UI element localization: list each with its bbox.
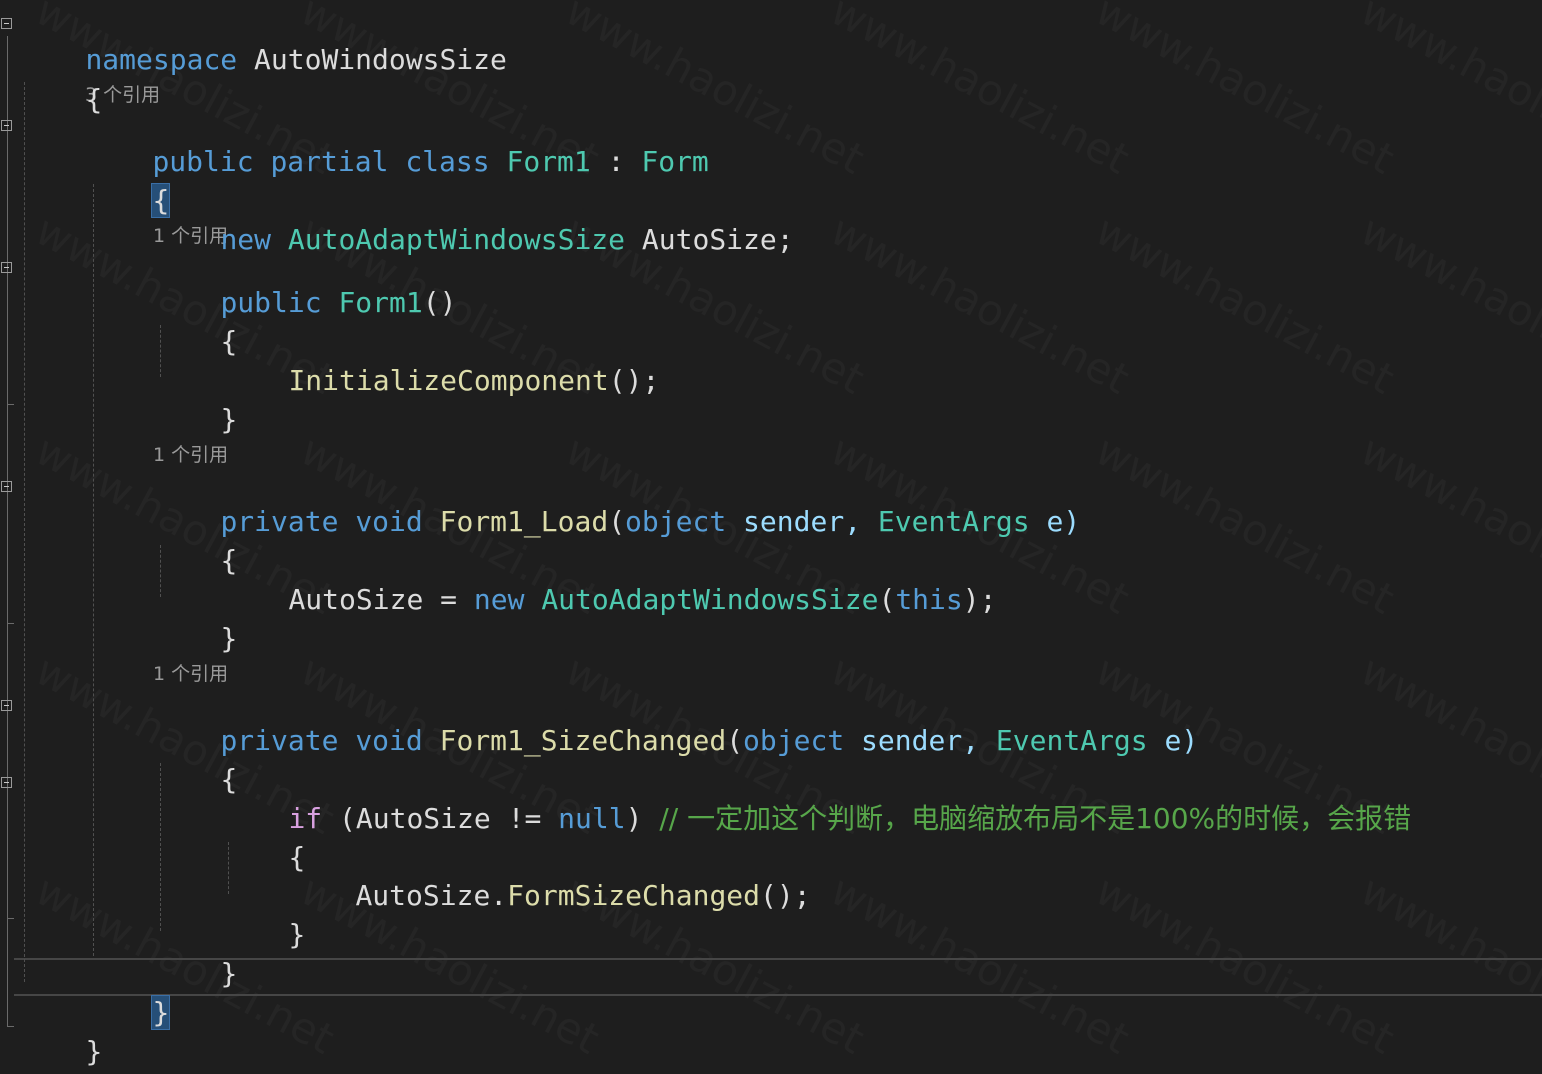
collapse-ctor-icon[interactable] [1,262,12,273]
watermark-text: www.haolizi.net [1353,205,1542,403]
param-type-object: object [743,724,845,757]
code-line-assign[interactable]: AutoSize = new AutoAdaptWindowsSize(this… [221,546,996,616]
keyword-null: null [558,802,626,835]
inherit-colon: : [590,145,642,178]
base-class-name: Form [641,145,709,178]
open-paren: ( [726,724,744,757]
keyword-this: this [895,583,963,616]
code-line-namespace-close[interactable]: } [18,998,102,1068]
indent-guide-namespace [24,82,25,982]
close-brace: } [288,918,306,951]
method-call-name: FormSizeChanged [507,879,761,912]
code-line-if-open[interactable]: { [221,804,305,874]
code-line-class-decl[interactable]: public partial class Form1 : Form [85,108,708,178]
open-paren: ( [608,505,626,538]
close-brace: } [220,622,238,655]
namespace-name: AutoWindowsSize [237,43,507,76]
code-line-load-open[interactable]: { [153,507,237,577]
fold-line-sizechanged [7,712,8,918]
close-paren: ); [962,583,997,616]
class-name: Form1 [506,145,591,178]
code-line-formsizechanged-call[interactable]: AutoSize.FormSizeChanged(); [288,842,810,912]
fold-line-load [7,493,8,623]
param-type-eventargs: EventArgs [877,505,1030,538]
param-e: e) [1147,724,1199,757]
fold-end-sizechanged [7,918,14,919]
code-line-class-open[interactable]: { [85,147,171,218]
open-paren: ( [878,583,896,616]
call-parens: (); [760,879,811,912]
code-line-namespace[interactable]: namespace AutoWindowsSize [18,6,506,76]
code-line-load-decl[interactable]: private void Form1_Load(object sender, E… [153,468,1080,538]
code-line-init-call[interactable]: InitializeComponent(); [221,327,659,397]
code-line-ctor-open[interactable]: { [153,288,237,358]
collapse-sizechanged-icon[interactable] [1,700,12,711]
indent-guide-class [93,184,94,956]
code-line-load-close[interactable]: } [153,585,237,655]
code-line-ctor-decl[interactable]: public Form1() [153,249,456,319]
keyword-namespace: namespace [85,43,238,76]
ctor-name: Form1 [338,286,423,319]
watermark-text: www.haolizi.net [823,0,1137,184]
code-line-ctor-close[interactable]: } [153,366,237,436]
method-call-name: InitializeComponent [288,364,609,397]
watermark-text: www.haolizi.net [1353,425,1542,623]
keyword-class: class [405,145,490,178]
fold-end-load [7,623,14,624]
watermark-text: www.haolizi.net [1353,0,1542,184]
code-comment: // 一定加这个判断，电脑缩放布局不是100%的时候，会报错 [659,802,1412,835]
close-paren: ) [625,802,660,835]
fold-end-namespace [7,1026,14,1027]
code-line-if-close[interactable]: } [221,881,305,951]
fold-line-ctor [7,274,8,404]
keyword-partial: partial [270,145,389,178]
code-line-sizechanged-close[interactable]: } [153,920,237,990]
ctor-parens: () [422,286,457,319]
fold-end-ctor [7,404,14,405]
code-line-field[interactable]: new AutoAdaptWindowsSize AutoSize; [153,186,793,256]
code-line-class-close[interactable]: } [85,959,171,1030]
method-name: Form1_SizeChanged [439,724,727,757]
param-type-eventargs: EventArgs [995,724,1148,757]
param-sender: sender, [844,724,996,757]
code-line-namespace-open[interactable]: { [18,46,102,116]
keyword-new: new [473,583,525,616]
code-line-if[interactable]: if (AutoSize != null) // 一定加这个判断，电脑缩放布局不… [221,765,1411,835]
collapse-namespace-icon[interactable] [1,18,12,29]
code-line-sizechanged-decl[interactable]: private void Form1_SizeChanged(object se… [153,687,1198,757]
close-brace: } [85,1035,103,1068]
collapse-load-icon[interactable] [1,481,12,492]
assign-lhs: AutoSize = [288,583,474,616]
keyword-private: private [220,505,339,538]
method-name: Form1_Load [439,505,609,538]
field-name: AutoSize; [625,223,794,256]
call-object: AutoSize. [355,879,508,912]
if-condition: (AutoSize != [322,802,559,835]
code-editor[interactable]: www.haolizi.netwww.haolizi.netwww.haoliz… [0,0,1542,1074]
watermark-text: www.haolizi.net [1088,425,1402,623]
watermark-text: www.haolizi.net [1088,205,1402,403]
ctor-type: AutoAdaptWindowsSize [541,583,879,616]
call-parens: (); [608,364,660,397]
param-sender: sender, [726,505,878,538]
param-e: e) [1029,505,1081,538]
keyword-void: void [355,724,423,757]
watermark-text: www.haolizi.net [1088,0,1402,184]
close-brace: } [220,403,238,436]
class-close-brace-highlighted: } [151,995,171,1030]
keyword-void: void [355,505,423,538]
collapse-class-icon[interactable] [1,120,12,131]
param-type-object: object [625,505,727,538]
collapse-if-icon[interactable] [1,777,12,788]
code-line-sizechanged-open[interactable]: { [153,726,237,796]
watermark-text: www.haolizi.net [823,205,1137,403]
close-brace: } [220,957,238,990]
keyword-private: private [220,724,339,757]
